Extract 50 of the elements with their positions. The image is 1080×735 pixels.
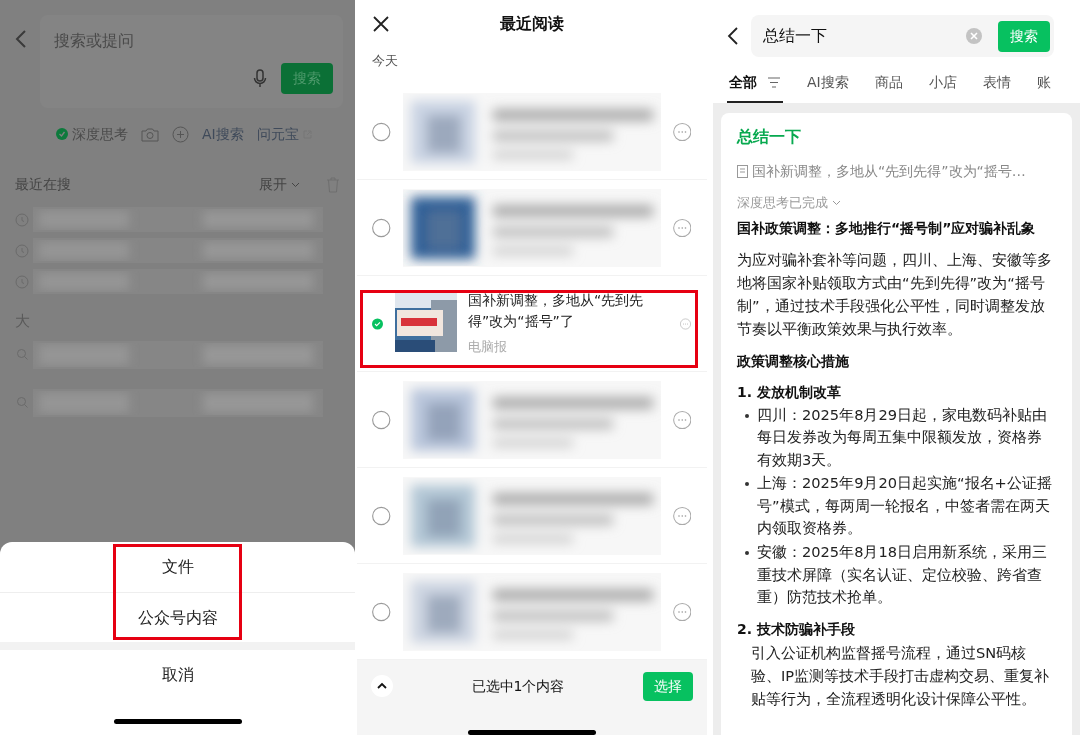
tab[interactable]: AI搜索 <box>805 72 851 103</box>
tab[interactable]: 表情 <box>980 72 1013 103</box>
plus-icon[interactable] <box>172 125 189 143</box>
bullet-icon <box>745 482 749 487</box>
selection-count: 已选中1个内容 <box>470 676 566 696</box>
camera-icon[interactable] <box>141 126 159 142</box>
close-icon[interactable] <box>373 16 389 33</box>
filter-icon[interactable] <box>767 77 781 88</box>
bullet-icon <box>745 551 749 556</box>
checkbox[interactable] <box>372 409 391 430</box>
date-label: 今天 <box>372 51 399 70</box>
document-icon <box>737 165 748 178</box>
sheet-option[interactable]: 文件 <box>0 542 355 592</box>
bullet-text: 四川：2025年8月29日起，家电数码补贴由每日发券改为每周五集中限额发放，资格券有效期3天。 <box>757 404 1048 470</box>
collapse-icon[interactable] <box>371 675 393 697</box>
answer-title: 总结一下 <box>737 126 802 148</box>
list-heading: 1. 发放机制改革 <box>737 382 842 402</box>
checkbox[interactable] <box>372 121 391 142</box>
list-text: 引入公证机构监督摇号流程，通过SN码核验、IP监测等技术手段打击虚构交易、重复补贴等行为，全流程透明化设计保障公平性。 <box>750 642 1051 709</box>
source-link[interactable]: 国补新调整，多地从“先到先得”改为“摇号… <box>752 161 1026 182</box>
back-icon[interactable] <box>727 27 739 45</box>
bullet-text: 上海：2025年9月20日起实施“报名+公证摇号”模式，每两周一轮报名，中签者需在两天内领取资格券。 <box>757 473 1053 539</box>
chevron-down-icon <box>832 199 841 206</box>
article-source: 电脑报 <box>468 338 508 357</box>
answer-heading: 国补政策调整：多地推行“摇号制”应对骗补乱象 <box>737 218 1037 238</box>
more-icon[interactable] <box>672 409 691 430</box>
bullet-icon <box>745 413 749 418</box>
section-heading: 政策调整核心措施 <box>737 351 850 371</box>
more-icon[interactable] <box>672 121 691 142</box>
checkbox[interactable] <box>372 217 391 238</box>
checkbox[interactable] <box>372 505 391 526</box>
cancel-button[interactable]: 取消 <box>0 650 355 700</box>
check-icon <box>56 128 68 140</box>
microphone-icon[interactable] <box>253 68 267 89</box>
more-icon[interactable] <box>672 505 691 526</box>
answer-paragraph: 为应对骗补套补等问题，四川、上海、安徽等多地将国家补贴领取方式由“先到先得”改为“摇号制”，通过技术手段强化公平性，同时调整发放节奏以平衡政策效果与执行效率。 <box>737 249 1053 339</box>
tab[interactable]: 小店 <box>926 72 959 103</box>
article-title[interactable]: 国补新调整，多地从“先到先得”改为“摇号”了 <box>468 290 668 333</box>
bullet-text: 安徽：2025年8月18日启用新系统，采用三重技术屏障（实名认证、定位校验、跨省查重）防范技术抢单。 <box>757 542 1048 608</box>
more-icon[interactable] <box>672 217 691 238</box>
more-icon[interactable] <box>672 601 691 622</box>
search-field[interactable]: 总结一下 搜索 <box>751 15 1054 57</box>
page-title: 最近阅读 <box>500 13 564 36</box>
tab[interactable]: 商品 <box>872 72 905 103</box>
clear-icon[interactable] <box>966 28 982 44</box>
section-title: 最近在搜 <box>15 175 72 194</box>
list-heading: 2. 技术防骗补手段 <box>737 619 856 639</box>
checkbox[interactable] <box>372 601 391 622</box>
tab[interactable]: 账 <box>1034 72 1053 103</box>
chevron-down-icon <box>291 181 300 188</box>
